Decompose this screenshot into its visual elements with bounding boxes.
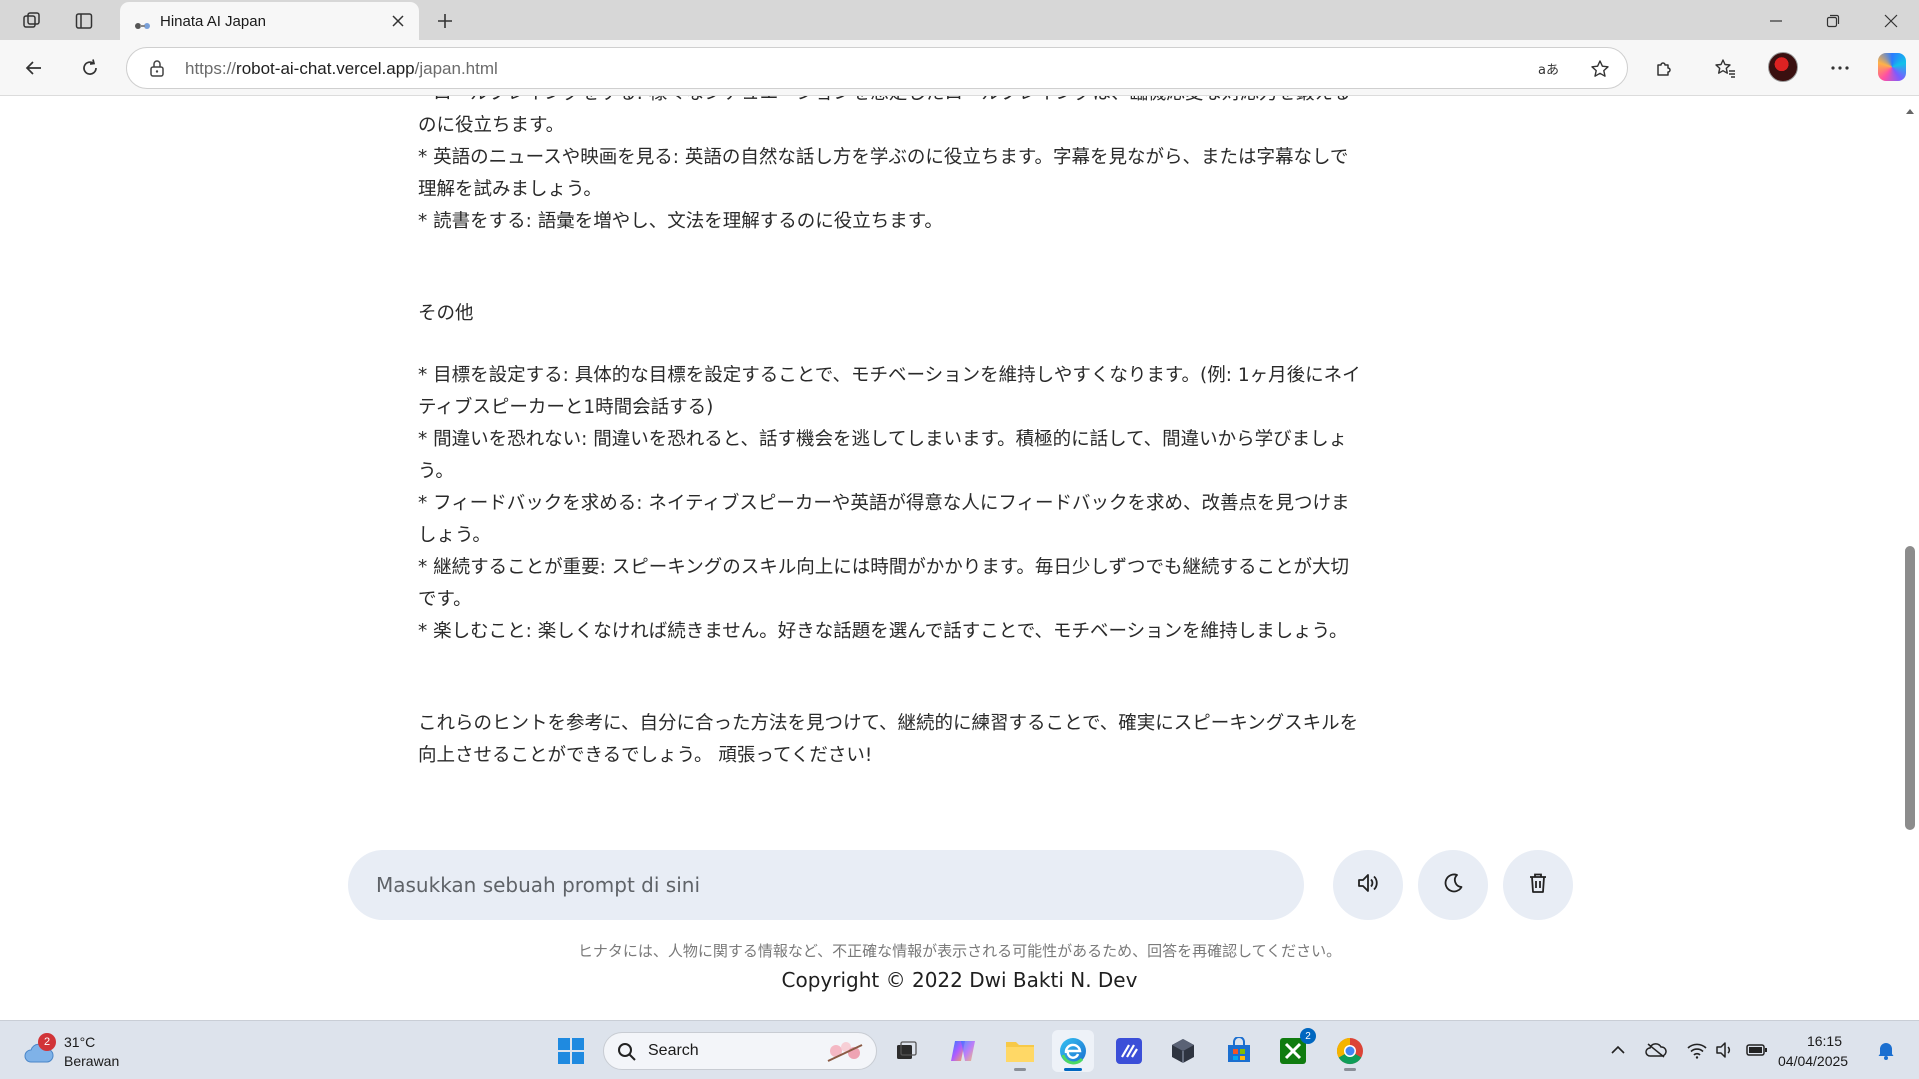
running-indicator: [1344, 1068, 1356, 1071]
wifi-icon[interactable]: [1685, 1038, 1709, 1062]
chat-page: * ロールプレイングをする: 様々なシチュエーションを想定したロールプレイングは…: [0, 96, 1919, 1020]
response-line: 理解を試みましょう。: [418, 179, 602, 200]
response-area: * ロールプレイングをする: 様々なシチュエーションを想定したロールプレイングは…: [418, 96, 1442, 772]
favorite-star-icon[interactable]: [1587, 56, 1613, 82]
window-close-icon[interactable]: [1874, 6, 1908, 36]
plus-icon[interactable]: [430, 7, 460, 35]
tab-favicon: [134, 16, 152, 35]
chrome-icon[interactable]: [1329, 1030, 1371, 1072]
response-line: う。: [418, 461, 454, 482]
response-line: しょう。: [418, 525, 491, 546]
running-indicator: [1064, 1068, 1082, 1071]
tab-title: Hinata AI Japan: [160, 13, 266, 30]
active-tab[interactable]: Hinata AI Japan: [120, 2, 419, 40]
scrollbar-thumb[interactable]: [1905, 546, 1915, 830]
svg-text:aあ: aあ: [1538, 63, 1559, 78]
response-line: これらのヒントを参考に、自分に合った方法を見つけて、継続的に練習することで、確実…: [418, 713, 1359, 734]
vscode-icon[interactable]: [1108, 1030, 1150, 1072]
trash-icon: [1528, 872, 1548, 898]
response-line: * 目標を設定する: 具体的な目標を設定することで、モチベーションを維持しやすく…: [418, 365, 1361, 386]
back-icon[interactable]: [16, 50, 52, 86]
response-line: 向上させることができるでしょう。 頑張ってください!: [418, 745, 873, 766]
scroll-up-arrow[interactable]: [1905, 100, 1915, 119]
taskbar-search[interactable]: Search: [603, 1032, 877, 1070]
response-line: * 英語のニュースや映画を見る: 英語の自然な話し方を学ぶのに役立ちます。字幕を…: [418, 147, 1349, 168]
search-icon: [618, 1043, 636, 1061]
battery-icon[interactable]: [1745, 1038, 1769, 1062]
extensions-icon[interactable]: [1646, 50, 1682, 86]
weather-badge: 2: [38, 1033, 56, 1051]
section-heading: その他: [418, 303, 474, 324]
tab-strip: Hinata AI Japan: [0, 0, 1919, 40]
edge-icon[interactable]: [1052, 1030, 1094, 1072]
refresh-icon[interactable]: [72, 50, 108, 86]
favorites-icon[interactable]: [1707, 50, 1743, 86]
copilot-icon[interactable]: [1878, 53, 1906, 81]
weather-widget[interactable]: 2 31°C Berawan: [18, 1029, 128, 1073]
store-icon[interactable]: [1218, 1030, 1260, 1072]
page-scrollbar[interactable]: [1902, 96, 1917, 1020]
chevron-up-icon[interactable]: [1606, 1038, 1630, 1062]
notification-bell-icon[interactable]: [1874, 1038, 1898, 1062]
weather-desc: Berawan: [64, 1053, 120, 1069]
disclaimer-text: ヒナタには、人物に関する情報など、不正確な情報が表示される可能性があるため、回答…: [577, 942, 1342, 960]
lock-icon[interactable]: [149, 59, 165, 81]
task-view-icon[interactable]: [885, 1030, 927, 1072]
workspaces-icon[interactable]: [17, 6, 47, 36]
windows-taskbar: 2 31°C Berawan Search 2 16:15 04/04/2025: [0, 1020, 1919, 1079]
restore-icon[interactable]: [1816, 6, 1850, 36]
copilot-app-icon[interactable]: [942, 1030, 984, 1072]
onedrive-icon[interactable]: [1644, 1038, 1668, 1062]
avatar[interactable]: [1768, 52, 1798, 82]
speaker-button[interactable]: [1333, 850, 1403, 920]
response-line: ティブスピーカーと1時間会話する): [418, 397, 714, 418]
tab-actions-icon[interactable]: [69, 6, 99, 36]
running-indicator: [1014, 1068, 1026, 1071]
more-icon[interactable]: [1822, 50, 1858, 86]
moon-icon: [1442, 872, 1464, 898]
clock-time: 16:15: [1806, 1033, 1842, 1049]
minimize-icon[interactable]: [1759, 6, 1793, 36]
copyright-text: Copyright © 2022 Dwi Bakti N. Dev: [781, 968, 1138, 992]
response-line: * フィードバックを求める: ネイティブスピーカーや英語が得意な人にフィードバッ…: [418, 493, 1350, 514]
weather-temp: 31°C: [64, 1034, 96, 1050]
file-explorer-icon[interactable]: [999, 1030, 1041, 1072]
search-highlight-icon: [827, 1042, 863, 1062]
address-bar[interactable]: https://robot-ai-chat.vercel.app/japan.h…: [126, 47, 1628, 89]
close-icon[interactable]: [388, 11, 408, 31]
prompt-input[interactable]: [376, 868, 1256, 902]
read-aloud-icon[interactable]: aあ: [1535, 56, 1561, 82]
prompt-bar[interactable]: [348, 850, 1304, 920]
url-text[interactable]: https://robot-ai-chat.vercel.app/japan.h…: [185, 59, 498, 79]
system-clock[interactable]: 16:15 04/04/2025: [1778, 1031, 1849, 1071]
response-line: のに役立ちます。: [418, 115, 565, 136]
windows-start-icon[interactable]: [550, 1030, 592, 1072]
response-line: です。: [418, 589, 472, 610]
response-line: * 楽しむこと: 楽しくなければ続きません。好きな話題を選んで話すことで、モチベ…: [418, 621, 1348, 642]
speaker-icon: [1356, 872, 1380, 898]
xbox-icon[interactable]: 2: [1272, 1028, 1316, 1072]
clock-date: 04/04/2025: [1778, 1053, 1849, 1069]
clear-chat-button[interactable]: [1503, 850, 1573, 920]
cube-app-icon[interactable]: [1162, 1030, 1204, 1072]
xbox-badge: 2: [1300, 1028, 1316, 1044]
browser-toolbar: https://robot-ai-chat.vercel.app/japan.h…: [0, 40, 1919, 96]
response-line: * 継続することが重要: スピーキングのスキル向上には時間がかかります。毎日少し…: [418, 557, 1349, 578]
response-line: * 間違いを恐れない: 間違いを恐れると、話す機会を逃してしまいます。積極的に話…: [418, 429, 1348, 450]
response-line: * 読書をする: 語彙を増やし、文法を理解するのに役立ちます。: [418, 211, 943, 232]
volume-icon[interactable]: [1713, 1038, 1737, 1062]
theme-toggle-button[interactable]: [1418, 850, 1488, 920]
search-label: Search: [648, 1042, 699, 1059]
response-line: * ロールプレイングをする: 様々なシチュエーションを想定したロールプレイングは…: [418, 96, 1442, 110]
